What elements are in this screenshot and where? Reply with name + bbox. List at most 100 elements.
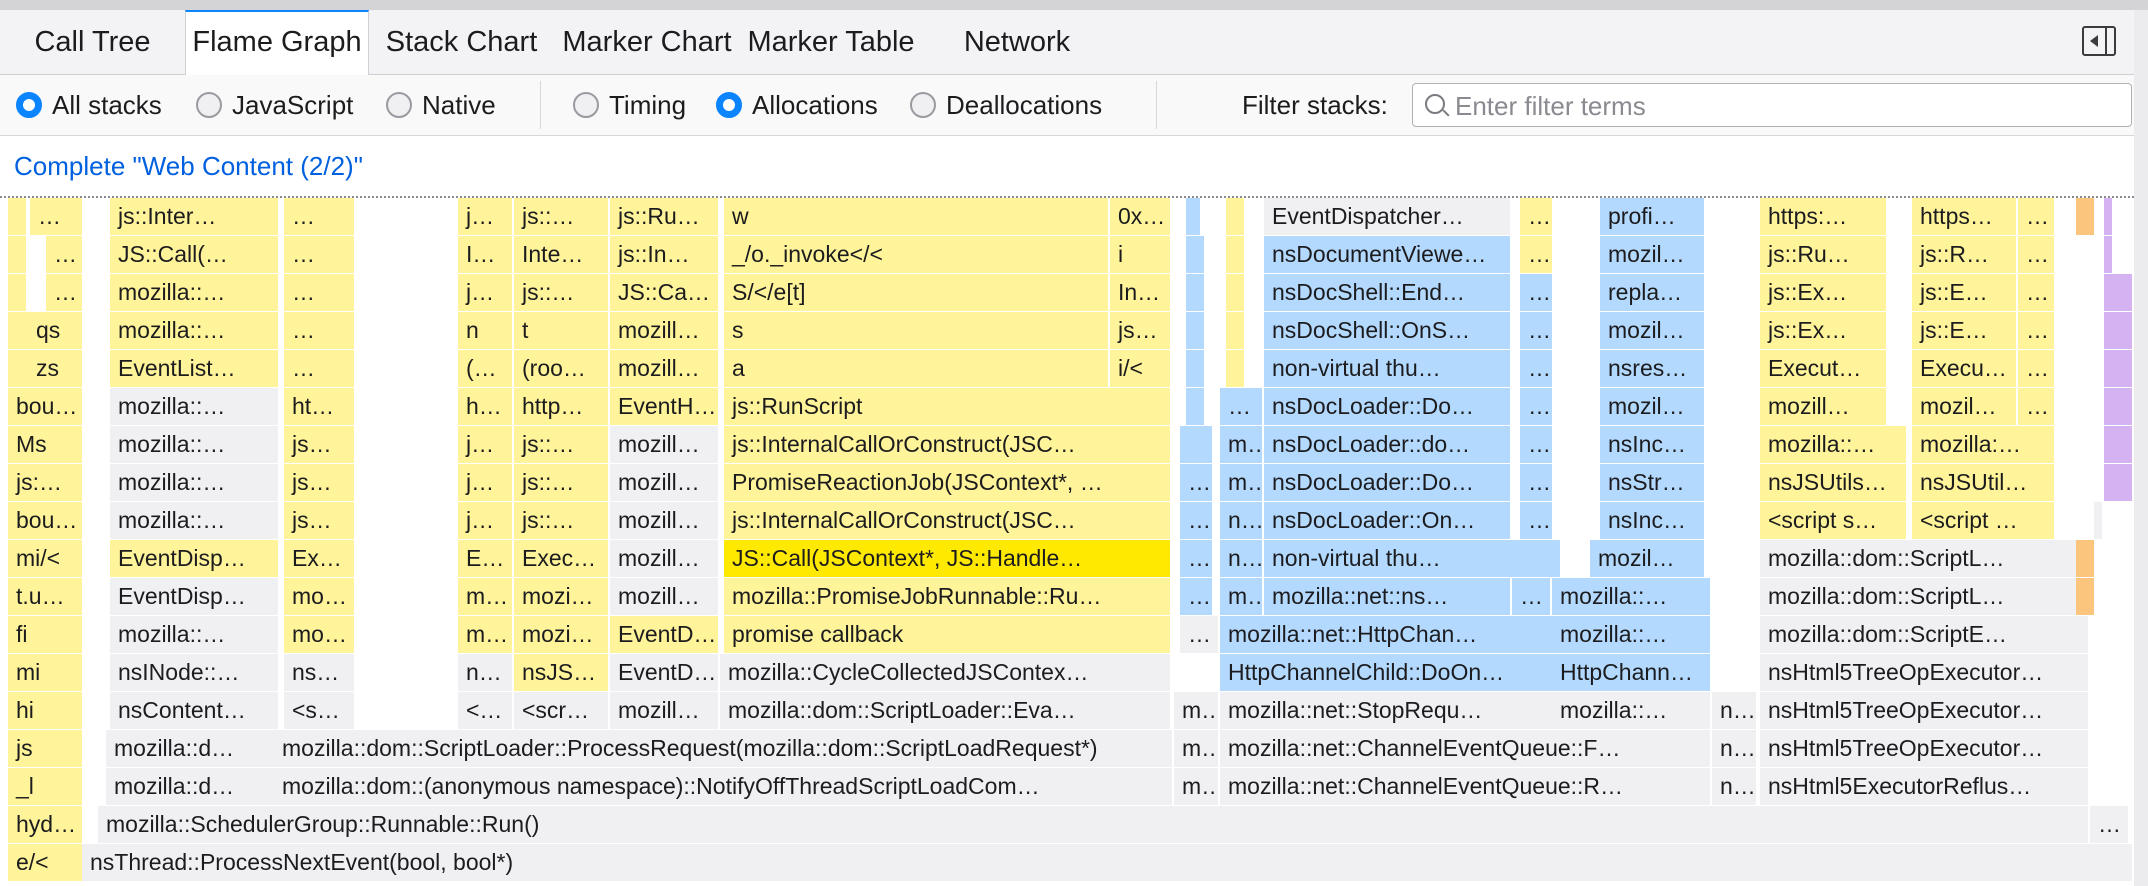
flame-frame[interactable] (2104, 274, 2134, 311)
flame-frame[interactable] (2094, 502, 2104, 539)
flame-frame[interactable]: EventD… (610, 616, 720, 653)
flame-frame[interactable]: js (8, 730, 84, 767)
flame-frame[interactable]: m… (1220, 426, 1264, 463)
flame-frame[interactable]: mozilla::… (110, 312, 280, 349)
flame-frame[interactable]: Execu… (1912, 350, 2018, 387)
flame-frame[interactable]: _/o._invoke</< (724, 236, 1110, 273)
flame-frame[interactable]: js::… (514, 198, 610, 235)
flame-frame[interactable]: … (284, 312, 356, 349)
radio-all-stacks[interactable]: All stacks (16, 75, 162, 135)
flame-frame[interactable]: m… (458, 578, 514, 615)
flame-frame[interactable]: fi (8, 616, 84, 653)
sidebar-toggle-icon[interactable] (2082, 26, 2116, 56)
flame-frame[interactable]: mozill… (610, 578, 720, 615)
flame-frame[interactable]: … (1520, 350, 1554, 387)
flame-frame[interactable]: mo… (284, 578, 356, 615)
flame-frame[interactable] (1186, 236, 1206, 273)
radio-javascript[interactable]: JavaScript (196, 75, 353, 135)
flame-frame[interactable] (2104, 388, 2134, 425)
flame-frame[interactable]: t.u… (8, 578, 84, 615)
flame-frame[interactable]: m… (458, 616, 514, 653)
flame-frame[interactable]: mozill… (1760, 388, 1888, 425)
flame-frame[interactable]: j… (458, 426, 514, 463)
flame-frame[interactable]: mozilla::… (110, 426, 280, 463)
flame-frame[interactable]: ns… (284, 654, 356, 691)
flame-frame[interactable]: js::Ru… (1760, 236, 1888, 273)
flame-frame[interactable]: js… (1110, 312, 1172, 349)
flame-frame[interactable]: n… (1712, 768, 1758, 805)
flame-frame[interactable]: … (1512, 578, 1552, 615)
flame-frame[interactable]: E… (458, 540, 514, 577)
flame-frame[interactable]: js::Ex… (1760, 312, 1888, 349)
flame-frame[interactable] (1226, 274, 1246, 311)
flame-frame[interactable]: non-virtual thu… (1264, 540, 1562, 577)
flame-frame[interactable]: profi… (1600, 198, 1706, 235)
flame-frame[interactable]: js… (284, 464, 356, 501)
flame-frame[interactable]: js… (284, 426, 356, 463)
flame-frame[interactable]: mozilla::dom::ScriptL… (1760, 578, 2090, 615)
flame-frame[interactable]: Inte… (514, 236, 610, 273)
flame-frame[interactable]: … (1180, 464, 1214, 501)
flame-frame[interactable]: nsDocShell::End… (1264, 274, 1512, 311)
tab-flame-graph[interactable]: Flame Graph (185, 10, 369, 75)
flame-frame[interactable]: mozilla::net::HttpChan… (1220, 616, 1554, 653)
flame-frame[interactable]: m… (1220, 464, 1264, 501)
flame-frame[interactable]: mozill… (610, 312, 720, 349)
flame-frame[interactable]: mozilla::… (110, 502, 280, 539)
flame-frame[interactable]: j… (458, 464, 514, 501)
flame-frame[interactable] (1226, 312, 1246, 349)
flame-frame[interactable]: … (284, 198, 356, 235)
flame-frame[interactable] (8, 198, 28, 235)
flame-frame[interactable]: In… (1110, 274, 1172, 311)
flame-frame[interactable]: <scr… (514, 692, 610, 729)
flame-frame[interactable]: … (2018, 388, 2056, 425)
flame-frame[interactable]: nsInc… (1600, 426, 1706, 463)
filter-stacks-input[interactable] (1453, 88, 2117, 124)
flame-frame[interactable]: mo… (284, 616, 356, 653)
flame-frame[interactable]: mozilla::… (1552, 692, 1712, 729)
flame-frame[interactable]: js::… (514, 464, 610, 501)
flame-frame[interactable]: EventH… (610, 388, 720, 425)
flame-frame[interactable]: <script s… (1760, 502, 1908, 539)
flame-frame[interactable]: mozil… (1912, 388, 2018, 425)
flame-frame[interactable]: … (46, 236, 84, 273)
flame-frame[interactable]: … (2018, 274, 2056, 311)
flame-frame[interactable] (2076, 578, 2096, 615)
flame-frame[interactable]: j… (458, 198, 514, 235)
flame-frame[interactable]: PromiseReactionJob(JSContext*, … (724, 464, 1172, 501)
flame-frame[interactable]: nsDocumentViewe… (1264, 236, 1512, 273)
flame-frame[interactable] (1226, 350, 1246, 387)
flame-frame[interactable]: zs (8, 350, 84, 387)
flame-frame[interactable]: … (1520, 274, 1554, 311)
flame-frame[interactable]: m… (1220, 578, 1264, 615)
flame-frame[interactable]: ht… (284, 388, 356, 425)
flame-frame[interactable]: mozil… (1600, 312, 1706, 349)
flame-frame[interactable]: … (284, 274, 356, 311)
flame-frame[interactable]: EventDisp… (110, 578, 280, 615)
flame-frame[interactable]: js::… (514, 502, 610, 539)
flame-frame[interactable]: nsContent… (110, 692, 280, 729)
flame-frame[interactable]: <script … (1912, 502, 2056, 539)
flame-frame[interactable] (8, 236, 28, 273)
flame-frame[interactable]: 0x… (1110, 198, 1172, 235)
flame-frame[interactable]: mozilla::… (1552, 578, 1712, 615)
flame-frame[interactable]: EventD… (610, 654, 720, 691)
flame-frame[interactable] (1186, 198, 1202, 235)
flame-graph[interactable]: … js::Inter… … j… js::… js::Ru… w 0x… Ev… (0, 198, 2134, 886)
flame-frame[interactable]: mozilla::PromiseJobRunnable::Ru… (724, 578, 1172, 615)
flame-frame[interactable]: mozilla::net::ChannelEventQueue::F… (1220, 730, 1712, 767)
flame-frame[interactable]: n (458, 312, 514, 349)
flame-frame[interactable]: mozill… (610, 464, 720, 501)
flame-frame[interactable]: mozilla::dom::ScriptLoader::ProcessReque… (274, 730, 1174, 767)
flame-frame[interactable]: … (1220, 388, 1264, 425)
flame-frame[interactable]: nsJSUtils… (1760, 464, 1908, 501)
breadcrumb-root[interactable]: Complete "Web Content (2/2)" (14, 136, 363, 196)
flame-frame[interactable]: js::InternalCallOrConstruct(JSC… (724, 502, 1172, 539)
flame-frame[interactable]: repla… (1600, 274, 1706, 311)
flame-frame[interactable]: nsres… (1600, 350, 1706, 387)
flame-frame[interactable]: nsThread::ProcessNextEvent(bool, bool*) (82, 844, 2134, 881)
flame-frame[interactable]: HttpChann… (1552, 654, 1712, 691)
flame-frame[interactable]: m… (1174, 692, 1220, 729)
flame-frame[interactable]: mozilla::net::ChannelEventQueue::R… (1220, 768, 1712, 805)
flame-frame[interactable]: … (2018, 350, 2056, 387)
